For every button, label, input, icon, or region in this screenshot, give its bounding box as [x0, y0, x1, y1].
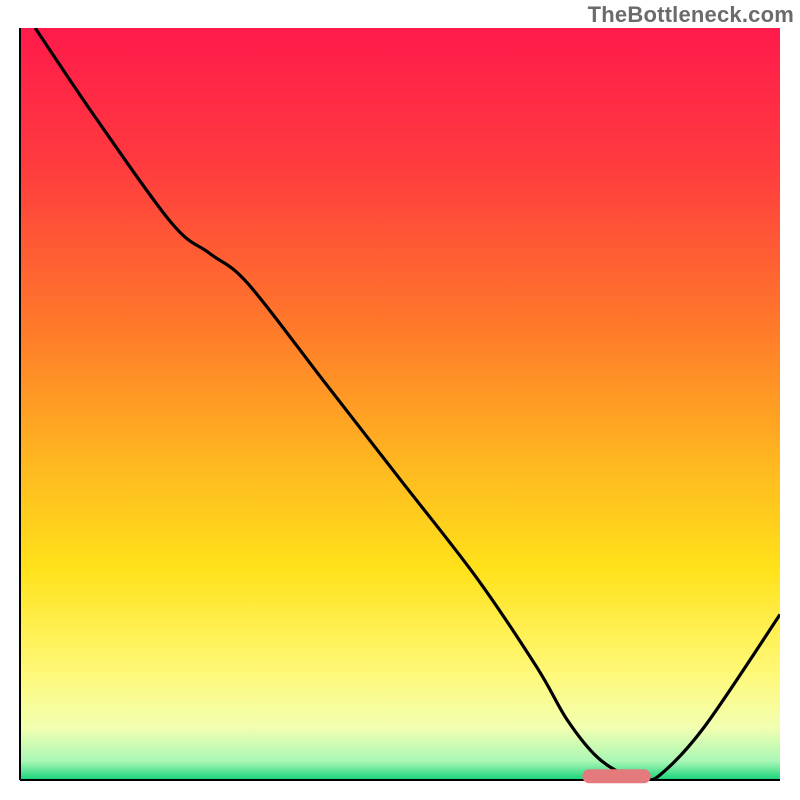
- chart-container: TheBottleneck.com: [0, 0, 800, 800]
- chart-svg: [0, 0, 800, 800]
- watermark-text: TheBottleneck.com: [588, 2, 794, 28]
- optimal-range-marker: [582, 769, 650, 783]
- plot-background: [20, 28, 780, 780]
